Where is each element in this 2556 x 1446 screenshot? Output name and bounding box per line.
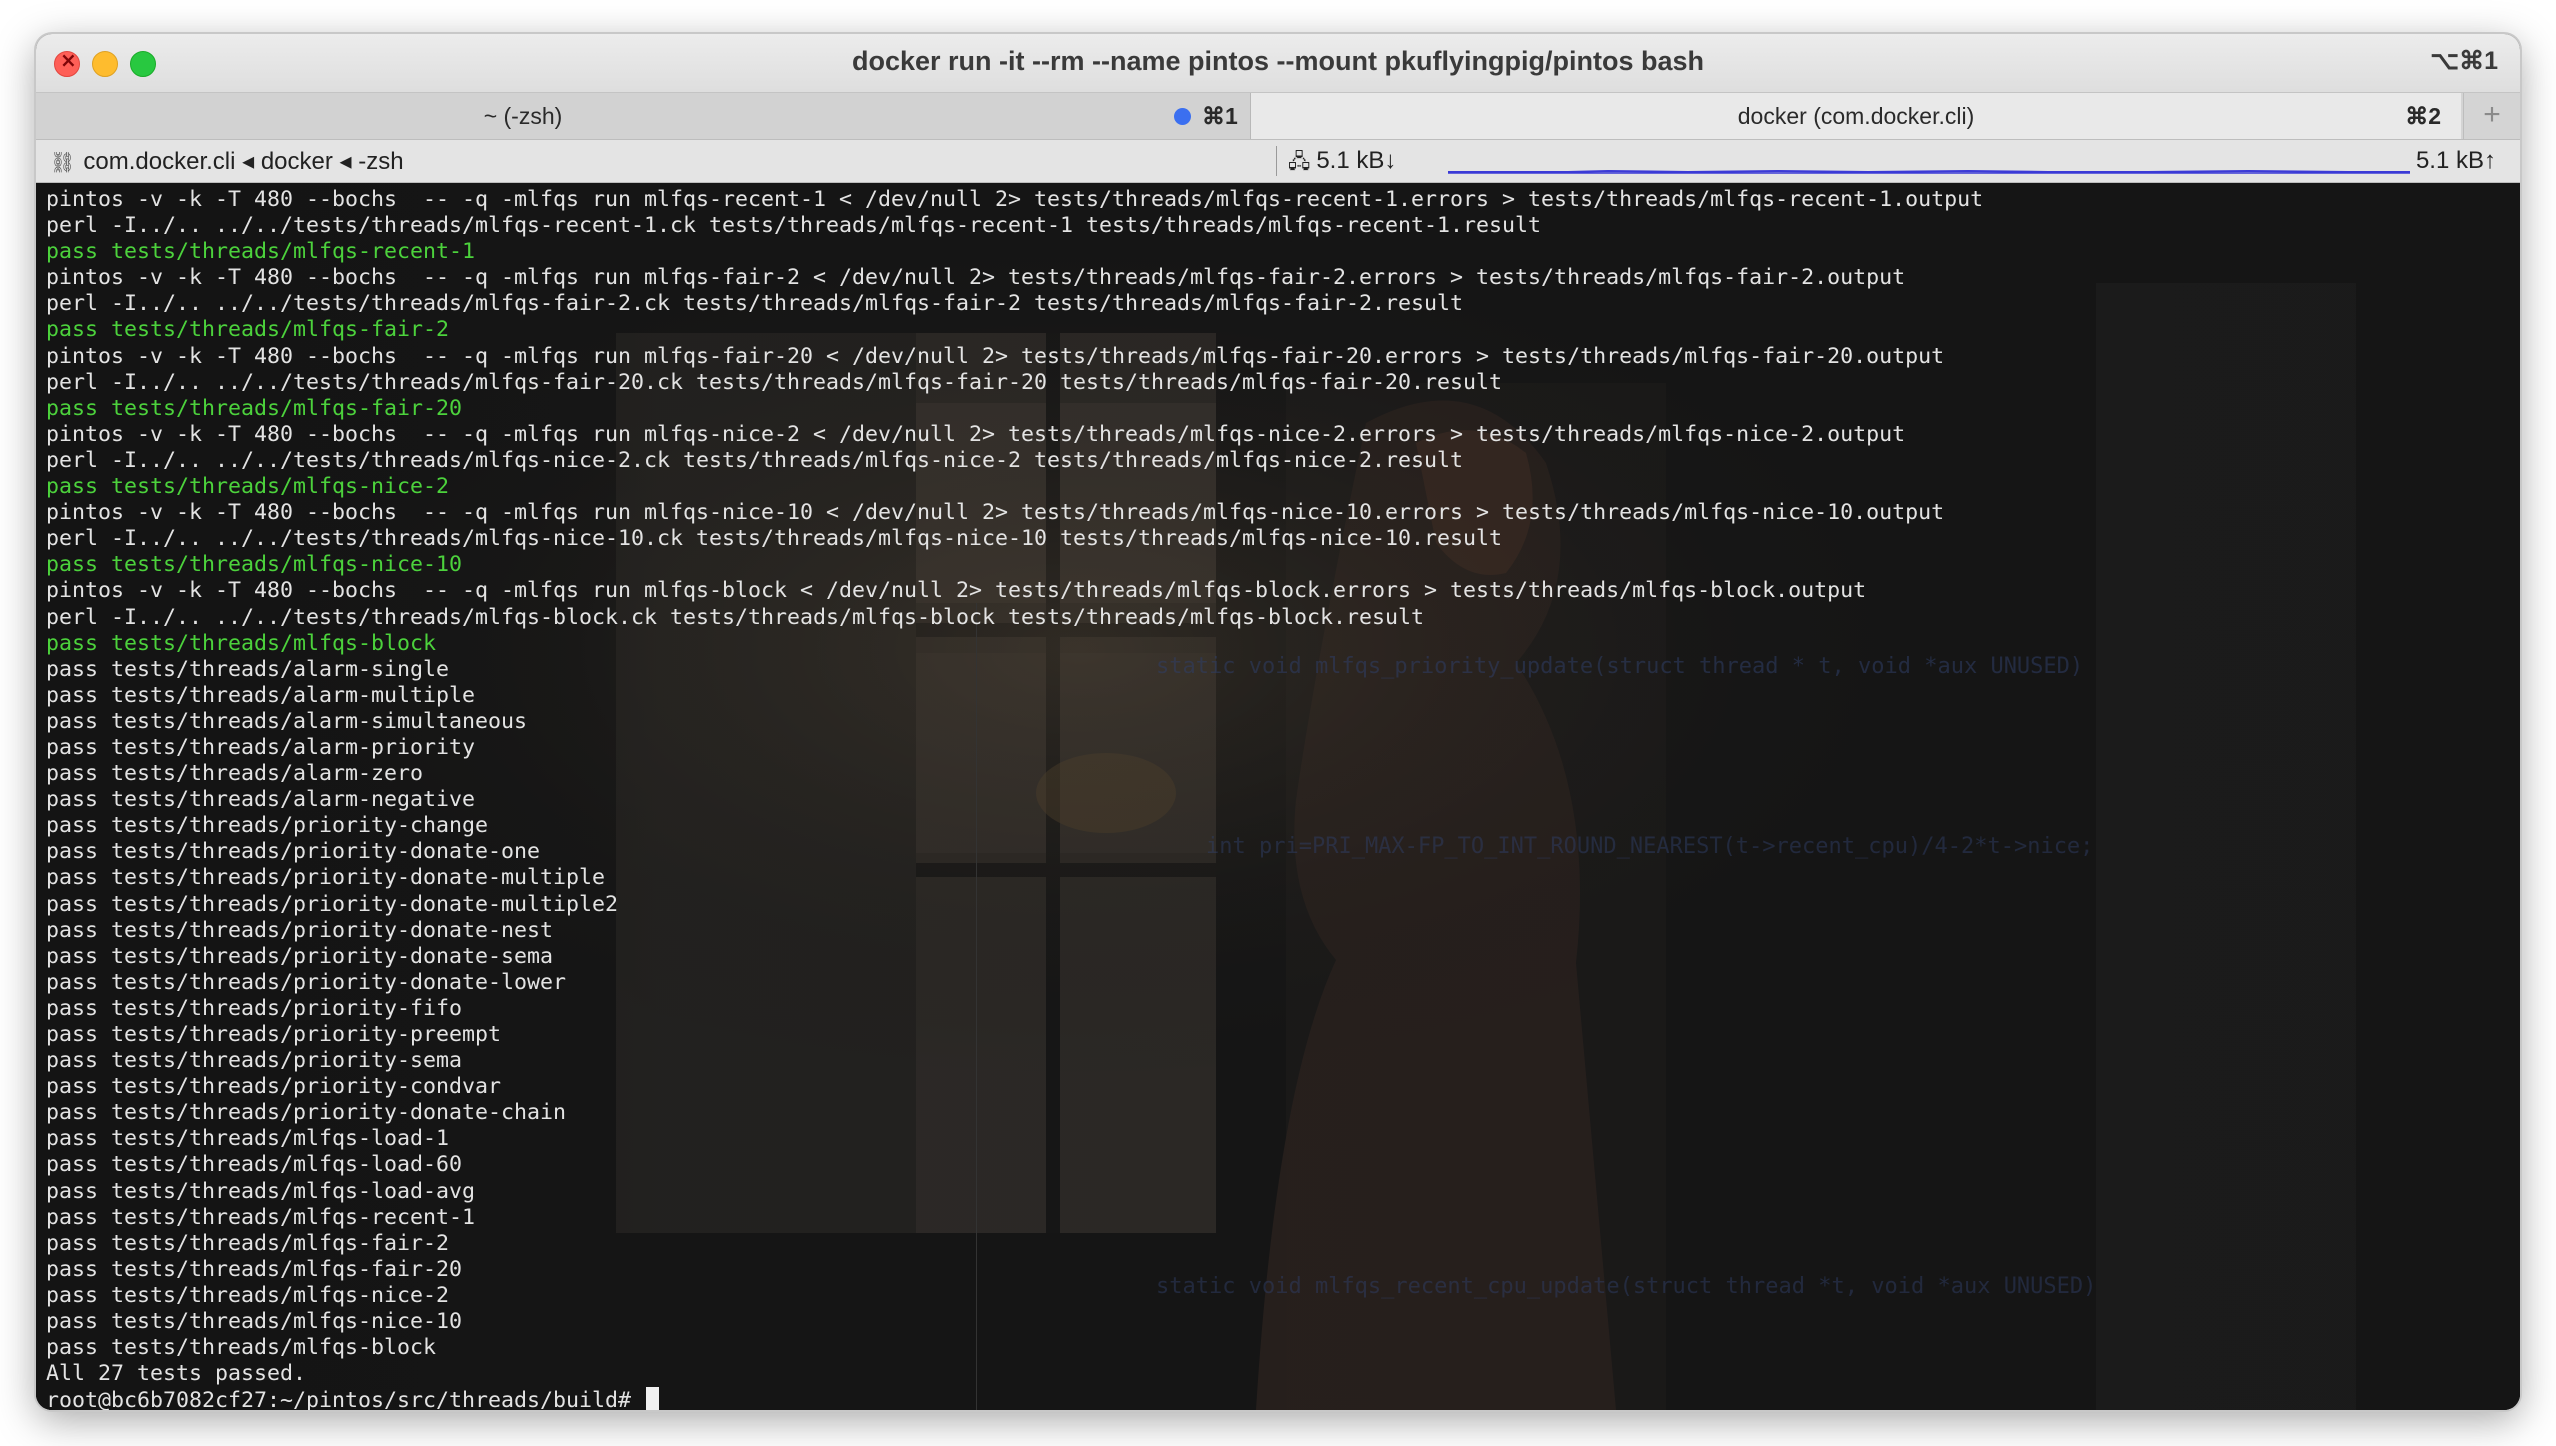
activity-dot-icon [1174,108,1191,125]
terminal-line: pass tests/threads/mlfqs-load-60 [46,1152,463,1178]
terminal-line: pass tests/threads/alarm-simultaneous [46,708,528,734]
terminal-line: pintos -v -k -T 480 --bochs -- -q -mlfqs… [46,421,1906,447]
terminal-line: perl -I../.. ../../tests/threads/mlfqs-b… [46,604,1425,630]
terminal-line: pass tests/threads/alarm-single [46,656,450,682]
terminal-line: pass tests/threads/alarm-zero [46,761,424,787]
tab-label: docker (com.docker.cli) [1737,103,1975,129]
terminal-line: pass tests/threads/priority-donate-one [46,839,541,865]
terminal-line: perl -I../.. ../../tests/threads/mlfqs-n… [46,526,1503,552]
terminal-line: pass tests/threads/mlfqs-block [46,630,437,656]
terminal-content[interactable]: static void mlfqs_priority_update(struct… [36,183,2520,1410]
text-cursor [646,1387,660,1410]
terminal-output: pintos -v -k -T 480 --bochs -- -q -mlfqs… [46,187,1983,1410]
terminal-line: pass tests/threads/priority-condvar [46,1074,502,1100]
terminal-line: pass tests/threads/priority-donate-multi… [46,891,619,917]
terminal-line: pass tests/threads/mlfqs-nice-2 [46,474,450,500]
terminal-line: pass tests/threads/mlfqs-fair-2 [46,317,450,343]
terminal-line: pintos -v -k -T 480 --bochs -- -q -mlfqs… [46,500,1945,526]
terminal-line: All 27 tests passed. [46,1361,307,1387]
network-in-value: 5.1 kB↓ [1316,147,1397,174]
breadcrumb: ⛓ com.docker.cli ◂ docker ◂ -zsh [50,147,404,176]
terminal-line: pass tests/threads/mlfqs-recent-1 [46,239,476,265]
terminal-line: perl -I../.. ../../tests/threads/mlfqs-n… [46,447,1464,473]
terminal-line: pass tests/threads/priority-donate-chain [46,1100,567,1126]
terminal-line: pass tests/threads/priority-donate-sema [46,943,554,969]
terminal-line: pass tests/threads/mlfqs-nice-10 [46,552,463,578]
terminal-line: perl -I../.. ../../tests/threads/mlfqs-f… [46,369,1503,395]
title-bar[interactable]: docker run -it --rm --name pintos --moun… [36,34,2520,93]
terminal-line: pass tests/threads/priority-donate-nest [46,917,554,943]
terminal-line: pass tests/threads/mlfqs-block [46,1335,437,1361]
terminal-line: pintos -v -k -T 480 --bochs -- -q -mlfqs… [46,578,1867,604]
network-sparkline [1448,169,2410,174]
tab-shortcut: ⌘2 [2405,103,2441,129]
status-divider [1276,146,1277,176]
terminal-line: pass tests/threads/alarm-multiple [46,682,476,708]
shell-prompt[interactable]: root@bc6b7082cf27:~/pintos/src/threads/b… [46,1387,1983,1410]
network-icon: 🖧 [1288,151,1311,173]
breadcrumb-text: com.docker.cli ◂ docker ◂ -zsh [83,148,404,175]
terminal-line: pass tests/threads/priority-donate-lower [46,969,567,995]
terminal-line: pintos -v -k -T 480 --bochs -- -q -mlfqs… [46,343,1945,369]
status-bar: ⛓ com.docker.cli ◂ docker ◂ -zsh 🖧 5.1 kB↓… [36,140,2520,183]
terminal-line: pass tests/threads/priority-sema [46,1048,463,1074]
terminal-window: docker run -it --rm --name pintos --moun… [36,34,2520,1410]
terminal-line: pass tests/threads/priority-preempt [46,1022,502,1047]
prompt-text: root@bc6b7082cf27:~/pintos/src/threads/b… [46,1388,645,1410]
terminal-line: perl -I../.. ../../tests/threads/mlfqs-r… [46,213,1542,239]
terminal-line: pass tests/threads/mlfqs-load-1 [46,1126,450,1152]
terminal-line: pass tests/threads/mlfqs-fair-20 [46,1256,463,1282]
terminal-line: pass tests/threads/alarm-priority [46,734,476,760]
terminal-line: pass tests/threads/mlfqs-nice-2 [46,1282,450,1308]
new-tab-button[interactable]: + [2463,93,2520,139]
window-title: docker run -it --rm --name pintos --moun… [852,46,1704,76]
terminal-line: pass tests/threads/priority-donate-multi… [46,865,606,891]
terminal-line: pass tests/threads/priority-fifo [46,995,463,1021]
tab-label: ~ (-zsh) [483,103,563,129]
terminal-line: pintos -v -k -T 480 --bochs -- -q -mlfqs… [46,187,1984,212]
terminal-line: perl -I../.. ../../tests/threads/mlfqs-f… [46,291,1464,317]
terminal-line: pass tests/threads/mlfqs-recent-1 [46,1204,476,1230]
network-in: 🖧 5.1 kB↓ [1288,147,1396,181]
terminal-line: pass tests/threads/mlfqs-fair-20 [46,395,463,421]
tab-zsh[interactable]: ~ (-zsh) ⌘1 [36,93,1251,139]
terminal-line: pass tests/threads/mlfqs-nice-10 [46,1309,463,1335]
tab-docker[interactable]: docker (com.docker.cli) ⌘2 [1251,93,2461,139]
terminal-line: pass tests/threads/alarm-negative [46,787,476,813]
terminal-line: pintos -v -k -T 480 --bochs -- -q -mlfqs… [46,265,1906,291]
terminal-line: pass tests/threads/priority-change [46,813,489,839]
process-tree-icon: ⛓ [50,152,76,174]
window-shortcut: ⌥⌘1 [2430,47,2498,75]
network-out: 5.1 kB↑ [2415,147,2496,174]
tab-bar: ~ (-zsh) ⌘1 docker (com.docker.cli) ⌘2 + [36,93,2520,140]
terminal-line: pass tests/threads/mlfqs-fair-2 [46,1230,450,1256]
terminal-line: pass tests/threads/mlfqs-load-avg [46,1178,476,1204]
tab-shortcut: ⌘1 [1202,103,1238,129]
